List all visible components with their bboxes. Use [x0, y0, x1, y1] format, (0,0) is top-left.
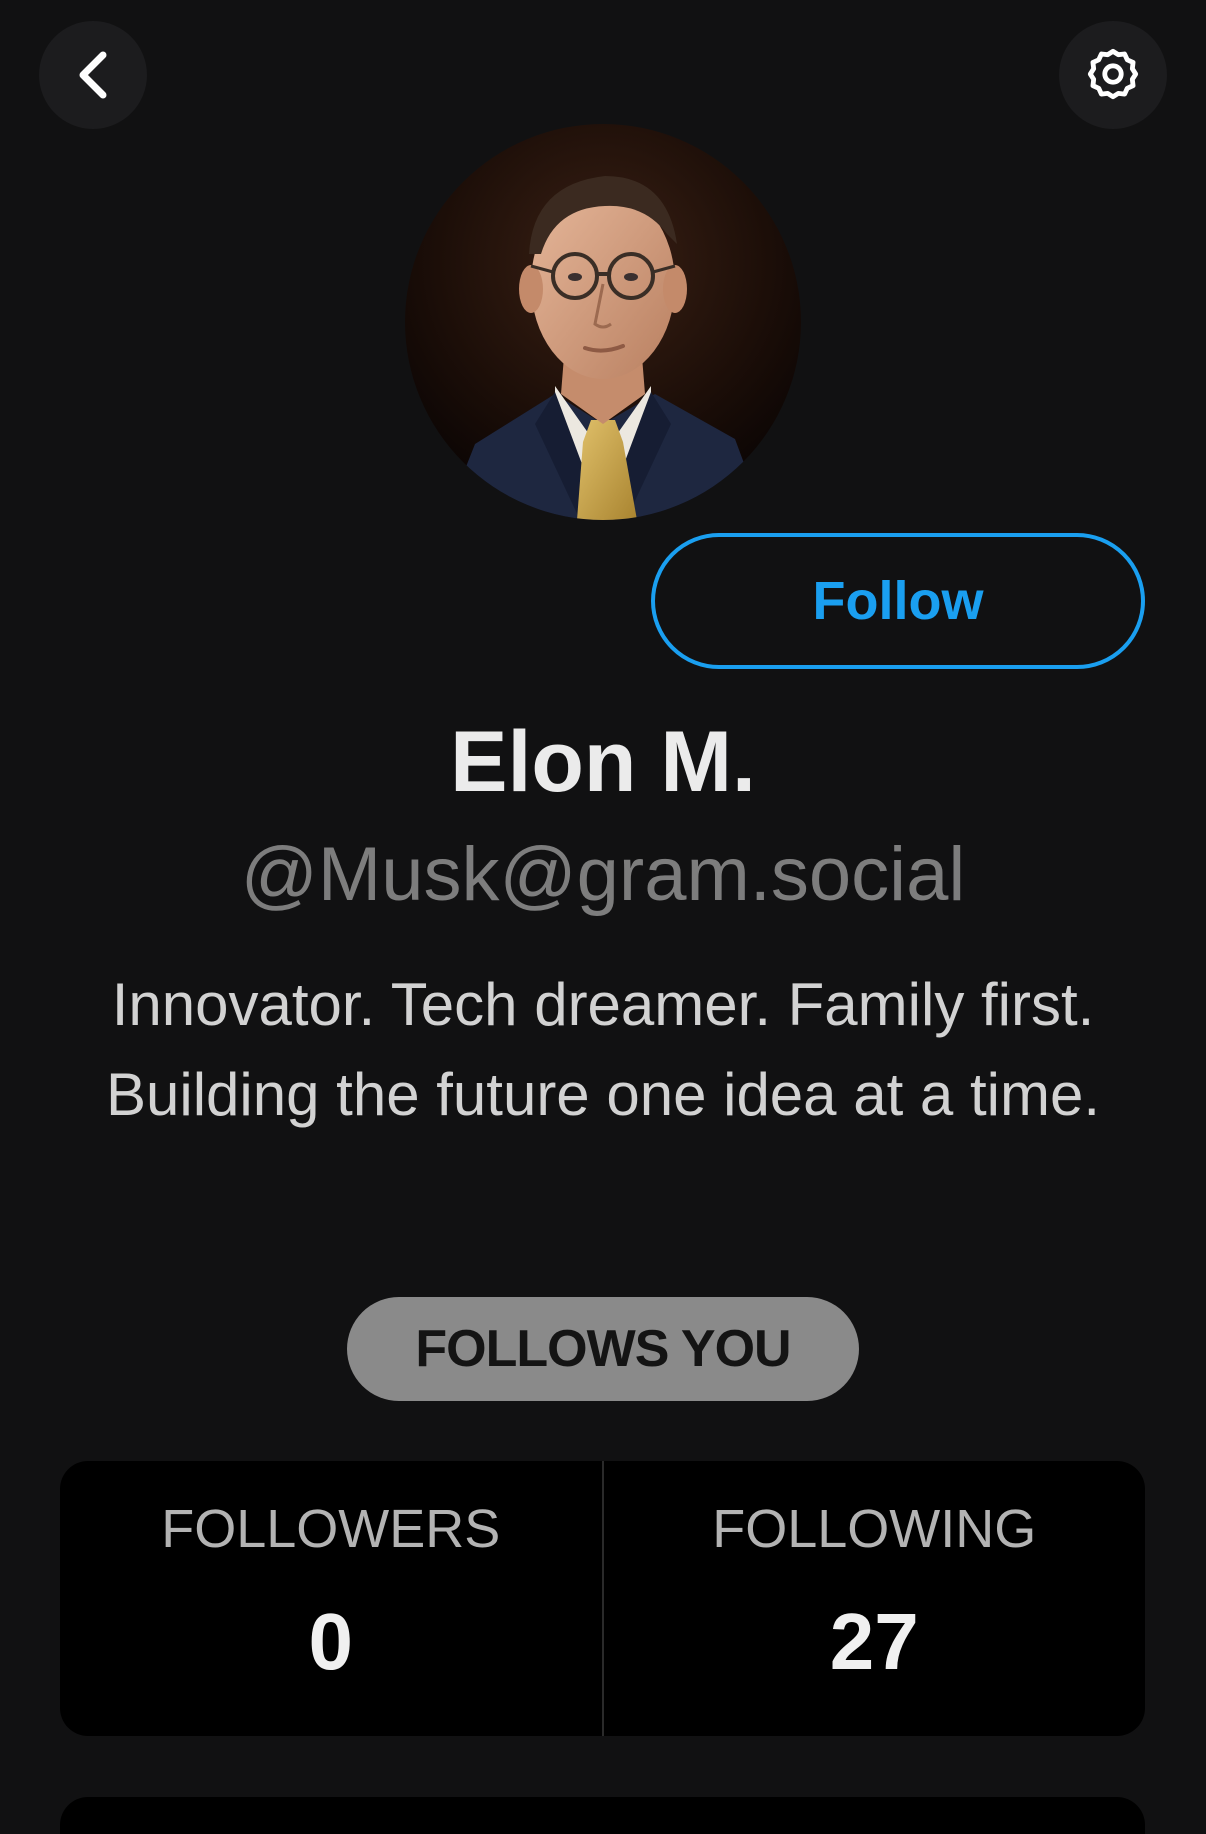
following-count: 27 — [829, 1597, 919, 1686]
profile-page: Follow Elon M. @Musk@gram.social Innovat… — [0, 0, 1206, 1834]
back-button[interactable] — [39, 21, 147, 129]
gear-icon — [1087, 48, 1139, 100]
follow-button[interactable]: Follow — [651, 533, 1145, 669]
followers-stat[interactable]: FOLLOWERS 0 — [60, 1461, 602, 1736]
bio-text: Innovator. Tech dreamer. Family first. B… — [106, 971, 1100, 1128]
chevron-left-icon — [79, 51, 107, 99]
user-handle: @Musk@gram.social — [240, 832, 966, 917]
followers-label: FOLLOWERS — [161, 1499, 501, 1559]
display-name: Elon M. — [450, 714, 756, 810]
avatar[interactable] — [405, 124, 801, 520]
next-card — [60, 1797, 1145, 1834]
stats-card: FOLLOWERS 0 FOLLOWING 27 — [60, 1461, 1145, 1736]
followers-count: 0 — [308, 1597, 354, 1686]
settings-button[interactable] — [1059, 21, 1167, 129]
following-label: FOLLOWING — [712, 1499, 1037, 1559]
profile-photo — [405, 124, 801, 520]
follows-you-badge: FOLLOWS YOU — [347, 1297, 859, 1401]
following-stat[interactable]: FOLLOWING 27 — [604, 1461, 1146, 1736]
